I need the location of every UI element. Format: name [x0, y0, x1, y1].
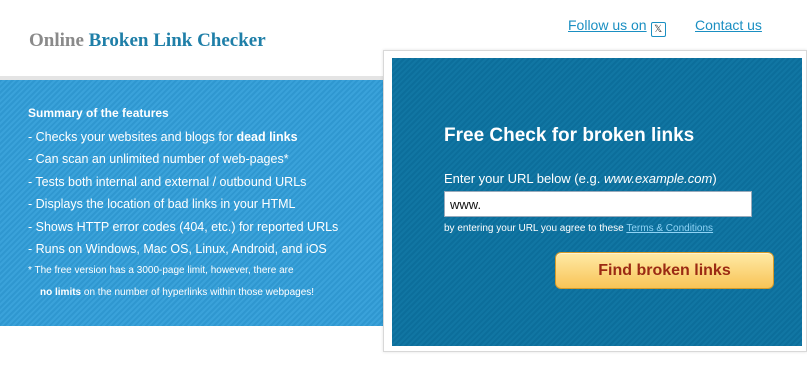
feature-item: - Runs on Windows, Mac OS, Linux, Androi…	[28, 242, 327, 257]
url-label-example: www.example.com	[603, 171, 713, 186]
footnote-emphasis: no limits	[40, 287, 82, 299]
contact-us-link[interactable]: Contact us	[695, 17, 762, 33]
follow-us-label: Follow us on	[568, 17, 647, 33]
site-logo[interactable]: Online Broken Link Checker	[29, 30, 266, 52]
url-input[interactable]	[444, 191, 752, 217]
logo-text-online: Online	[29, 30, 84, 51]
feature-item: - Checks your websites and blogs for dea…	[28, 126, 384, 148]
footnote-text: on the number of hyperlinks within those…	[81, 287, 315, 299]
features-title: Summary of the features	[28, 106, 169, 120]
url-label-text: Enter your URL below (e.g.	[444, 171, 604, 186]
x-icon: 𝕏	[650, 22, 666, 37]
feature-item: - Displays the location of bad links in …	[28, 197, 296, 212]
url-label-close: )	[712, 171, 717, 186]
terms-notice: by entering your URL you agree to these …	[444, 223, 713, 234]
check-form-panel: Free Check for broken links Enter your U…	[392, 58, 802, 346]
feature-item: - Can scan an unlimited number of web-pa…	[28, 152, 289, 167]
feature-emphasis: dead links	[236, 130, 298, 144]
terms-link[interactable]: Terms & Conditions	[626, 223, 713, 234]
feature-item: - Tests both internal and external / out…	[28, 174, 307, 189]
logo-text-main: Broken Link Checker	[88, 30, 266, 51]
find-broken-links-button[interactable]: Find broken links	[555, 252, 774, 289]
follow-us-link[interactable]: Follow us on 𝕏	[568, 17, 666, 37]
footnote-line-1: * The free version has a 3000-page limit…	[28, 265, 294, 277]
form-title: Free Check for broken links	[444, 125, 695, 146]
footnote-line-2: no limits on the number of hyperlinks wi…	[28, 282, 384, 304]
feature-text: - Checks your websites and blogs for	[28, 130, 237, 144]
feature-item: - Shows HTTP error codes (404, etc.) for…	[28, 219, 339, 234]
url-field-label: Enter your URL below (e.g. www.example.c…	[444, 171, 717, 186]
terms-text: by entering your URL you agree to these	[444, 223, 627, 234]
features-panel: Summary of the features - Checks your we…	[0, 80, 384, 326]
